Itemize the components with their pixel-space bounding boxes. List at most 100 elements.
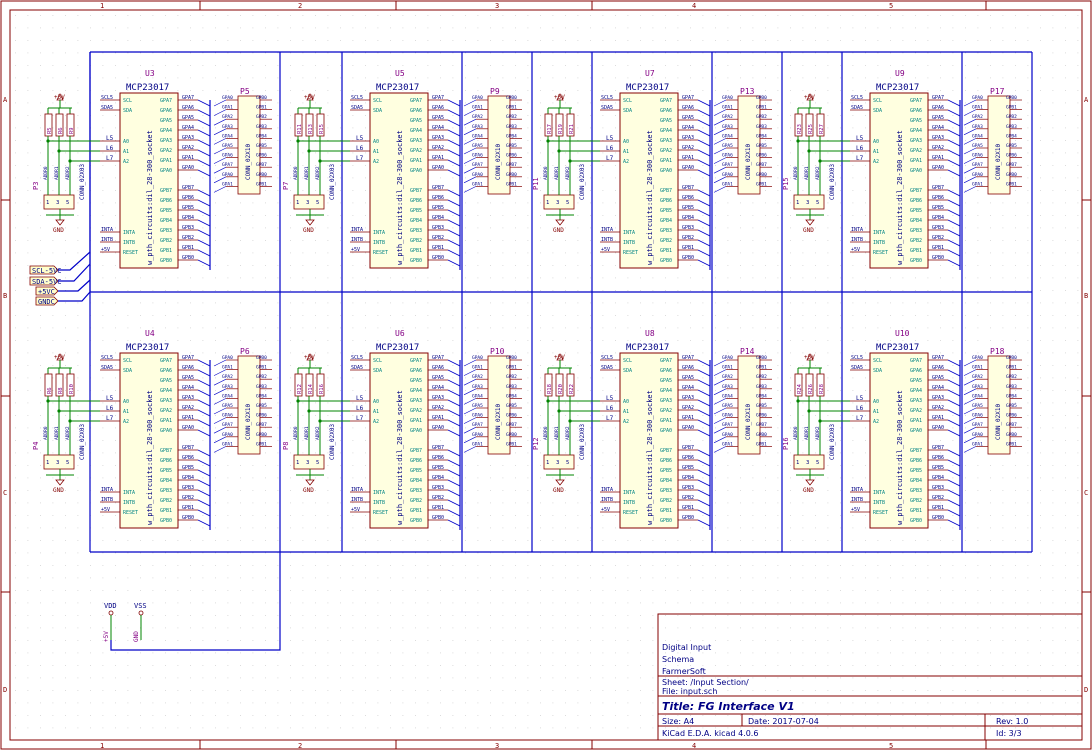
chip-pin-label: GPB6	[660, 198, 672, 204]
net-label: GPA5	[182, 375, 194, 381]
chip-pin-label: GPB6	[660, 458, 672, 464]
chip-pin-label: A1	[873, 149, 879, 155]
header-net-label: GPA7	[472, 422, 483, 428]
resistor-reference: R17	[547, 124, 553, 134]
chip-pin-label: GPB1	[910, 248, 922, 254]
header-net-label: GPB5	[506, 143, 517, 149]
chip-pin-label: SCL	[373, 358, 382, 364]
chip-pin-label: GPB1	[660, 248, 672, 254]
address-net-label: L6	[356, 145, 364, 152]
header-net-label: GPA0	[722, 432, 733, 438]
header-net-label: GPB2	[1006, 374, 1017, 380]
header-net-label: GPB5	[256, 143, 267, 149]
address-net-label: L6	[856, 405, 864, 412]
jumper-pin-number: 3	[556, 200, 559, 206]
header-net-label: GPB1	[506, 365, 517, 371]
net-label: SCL5	[601, 95, 613, 101]
chip-pin-label: GPB3	[410, 228, 422, 234]
chip-pin-label: A2	[373, 419, 379, 425]
header-net-label: GPB5	[506, 403, 517, 409]
net-label: SDA5	[351, 105, 363, 111]
chip-pin-label: GPA5	[160, 378, 172, 384]
net-label: +5V	[601, 507, 610, 513]
header-net-label: GPB4	[506, 133, 517, 139]
net-label: GPA7	[182, 355, 194, 361]
net-label: SCL5	[351, 95, 363, 101]
resistor-reference: R25	[808, 124, 814, 134]
net-label: GPA6	[182, 105, 194, 111]
chip-reference: U9	[895, 69, 905, 78]
resistor-reference: R5	[47, 127, 53, 134]
hier-label-gndc[interactable]: GNDC	[35, 296, 59, 306]
chip-pin-label: GPB3	[660, 228, 672, 234]
chip-reference: U5	[395, 69, 405, 78]
frame-col-mark-bottom: 2	[298, 742, 302, 750]
net-label: GPB0	[682, 255, 694, 261]
chip-pin-label: GPA0	[910, 428, 922, 434]
hier-label-scl[interactable]: SCL-5VC	[29, 265, 62, 275]
net-label: INTB	[601, 497, 613, 503]
title-tool: KiCad E.D.A. kicad 4.0.6	[662, 729, 758, 738]
header-net-label: GPB2	[756, 374, 767, 380]
header-net-label: GPB1	[1006, 365, 1017, 371]
chip-pin-label: GPA2	[410, 408, 422, 414]
header-net-label: GPA6	[472, 153, 483, 159]
header-net-label: GPB0	[256, 355, 267, 361]
net-label: GPA2	[182, 145, 194, 151]
chip-value: MCP23017	[626, 83, 669, 93]
chip-value: MCP23017	[876, 343, 919, 353]
header-net-label: GPB2	[256, 374, 267, 380]
header-net-label: GPB1	[1006, 105, 1017, 111]
header-net-label: GPB0	[756, 95, 767, 101]
net-label: GPB7	[932, 445, 944, 451]
net-label: SCL5	[851, 355, 863, 361]
header-net-label: GPA6	[722, 153, 733, 159]
header-net-label: GPA1	[722, 181, 733, 187]
net-label: SDA5	[851, 105, 863, 111]
resistor-reference: R21	[569, 124, 575, 134]
chip-pin-label: GPB2	[410, 238, 422, 244]
header-net-label: GPA1	[472, 181, 483, 187]
hier-label-5vc[interactable]: +5VC	[35, 286, 59, 296]
chip-pin-label: GPA7	[410, 98, 422, 104]
chip-pin-label: GPA3	[910, 398, 922, 404]
header-net-label: GPA0	[972, 172, 983, 178]
jumper-pin-number: 3	[56, 200, 59, 206]
net-label: GPB4	[932, 215, 944, 221]
header-net-label: GPB5	[756, 143, 767, 149]
chip-pin-label: GPB5	[660, 208, 672, 214]
net-label: GPB7	[182, 445, 194, 451]
chip-pin-label: GPA7	[160, 98, 172, 104]
header-net-label: GPA0	[972, 95, 983, 101]
chip-pin-label: GPB4	[410, 218, 422, 224]
jumper-pin-number: 1	[546, 460, 549, 466]
chip-pin-label: GPB2	[660, 498, 672, 504]
net-label: SDA5	[601, 105, 613, 111]
net-label: GPA0	[932, 165, 944, 171]
chip-pin-label: INTA	[373, 230, 385, 236]
hier-label-sda[interactable]: SDA-5VC	[29, 276, 62, 286]
net-label: GPB0	[682, 515, 694, 521]
frame-row-mark-left: D	[3, 686, 7, 694]
jumper-pin-number: 1	[796, 460, 799, 466]
chip-pin-label: GPB7	[410, 448, 422, 454]
chip-pin-label: A0	[623, 399, 629, 405]
wire-junction	[568, 159, 572, 163]
net-label: +5V	[601, 247, 610, 253]
net-label: INTA	[851, 487, 863, 493]
resistor-reference: R27	[819, 124, 825, 134]
chip-pin-label: GPB5	[910, 208, 922, 214]
chip-pin-label: GPA2	[910, 148, 922, 154]
chip-pin-label: A1	[623, 149, 629, 155]
header-net-label: GPB1	[506, 441, 517, 447]
net-label: GPB0	[932, 255, 944, 261]
address-net-label: L6	[106, 405, 114, 412]
net-label: GPA0	[432, 425, 444, 431]
resistor-reference: R22	[569, 384, 575, 394]
resistor-reference: R26	[808, 384, 814, 394]
chip-pin-label: A1	[373, 409, 379, 415]
chip-pin-label: GPB6	[160, 198, 172, 204]
jumper-reference: P3	[32, 182, 40, 190]
net-label: GPB5	[182, 205, 194, 211]
chip-pin-label: GPB0	[660, 258, 672, 264]
